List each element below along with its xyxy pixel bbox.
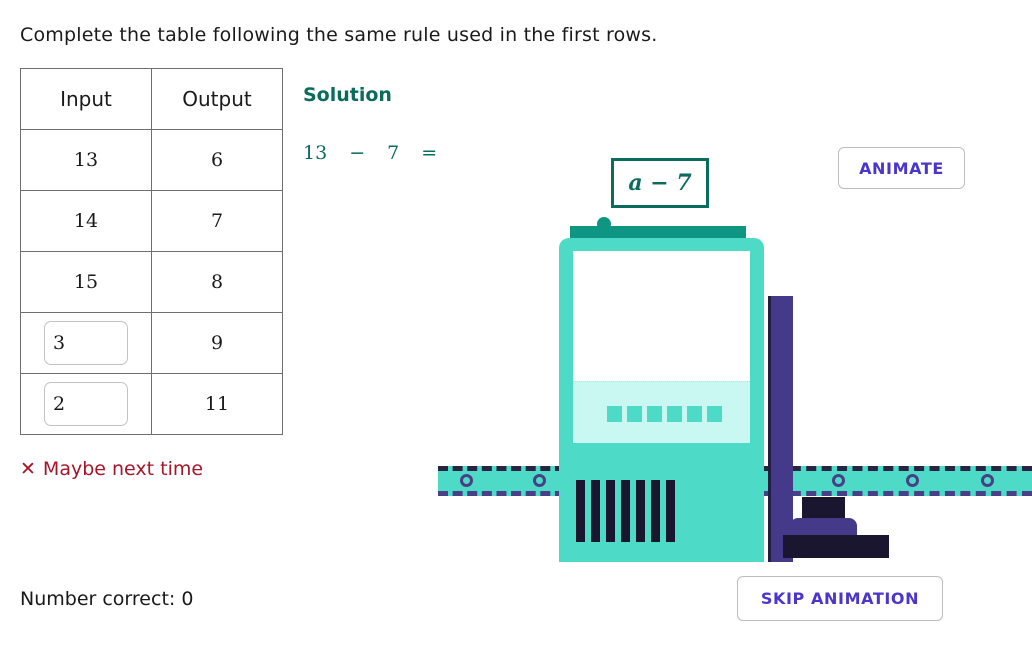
table-row: 2 11 (20, 373, 283, 435)
tank-block (627, 406, 642, 422)
tank-block (687, 406, 702, 422)
cell-output: 7 (151, 190, 283, 252)
feedback-message: ✕ Maybe next time (20, 458, 203, 480)
machine-knob-icon (597, 217, 611, 231)
answer-input-row4[interactable]: 3 (44, 321, 128, 365)
score-counter: Number correct: 0 (20, 588, 194, 610)
tank-block (707, 406, 722, 422)
table-row: 15 8 (20, 251, 283, 313)
solution-heading: Solution (303, 84, 392, 106)
column-header-input: Input (20, 68, 152, 130)
page-title: Complete the table following the same ru… (20, 24, 658, 46)
rule-formula-box: a − 7 (611, 158, 709, 208)
machine-top-bar (570, 226, 746, 239)
equation-operator: − (349, 142, 366, 164)
machine-screen (573, 251, 750, 381)
cell-input: 14 (20, 190, 152, 252)
tank-block-group (607, 406, 722, 422)
belt-roller-icon (906, 474, 919, 487)
tank-block (607, 406, 622, 422)
column-header-output: Output (151, 68, 283, 130)
equation-equals: = (421, 142, 438, 164)
table-row: 13 6 (20, 129, 283, 191)
grille-bar (576, 480, 585, 542)
answer-field-wrapper: 2 (21, 374, 151, 434)
grille-bar (651, 480, 660, 542)
belt-roller-icon (981, 474, 994, 487)
cell-output: 11 (151, 373, 283, 435)
conveyor-belt-right (760, 466, 1032, 496)
grille-bar (666, 480, 675, 542)
cross-icon: ✕ (20, 457, 36, 480)
cell-output: 8 (151, 251, 283, 313)
grille-bar (591, 480, 600, 542)
pedestal-neck (802, 497, 845, 525)
machine-grille (576, 480, 675, 542)
cell-input: 15 (20, 251, 152, 313)
cell-output: 9 (151, 312, 283, 374)
animate-button[interactable]: ANIMATE (838, 147, 965, 189)
equation-operand-left: 13 (303, 142, 328, 164)
grille-bar (636, 480, 645, 542)
belt-roller-icon (533, 474, 546, 487)
feedback-text: Maybe next time (42, 458, 204, 480)
tank-block (647, 406, 662, 422)
cell-input-editable[interactable]: 2 (20, 373, 152, 435)
cell-input: 13 (20, 129, 152, 191)
machine-tank (573, 381, 750, 443)
cell-input-editable[interactable]: 3 (20, 312, 152, 374)
table-row: 3 9 (20, 312, 283, 374)
skip-animation-button[interactable]: SKIP ANIMATION (737, 576, 943, 621)
equation-operand-right: 7 (387, 142, 400, 164)
cell-output: 6 (151, 129, 283, 191)
pedestal-middle (790, 518, 857, 538)
solution-equation: 13 − 7 = (303, 142, 437, 164)
table-header-row: Input Output (20, 68, 283, 130)
input-output-table: Input Output 13 6 14 7 15 8 3 9 2 11 (20, 68, 283, 435)
belt-roller-icon (832, 474, 845, 487)
belt-roller-icon (460, 474, 473, 487)
pedestal-base (783, 535, 889, 558)
machine-pillar (768, 296, 793, 562)
grille-bar (621, 480, 630, 542)
tank-block (667, 406, 682, 422)
answer-field-wrapper: 3 (21, 313, 151, 373)
grille-bar (606, 480, 615, 542)
machine-body (559, 238, 764, 562)
conveyor-belt-left (438, 466, 638, 496)
answer-input-row5[interactable]: 2 (44, 382, 128, 426)
table-row: 14 7 (20, 190, 283, 252)
